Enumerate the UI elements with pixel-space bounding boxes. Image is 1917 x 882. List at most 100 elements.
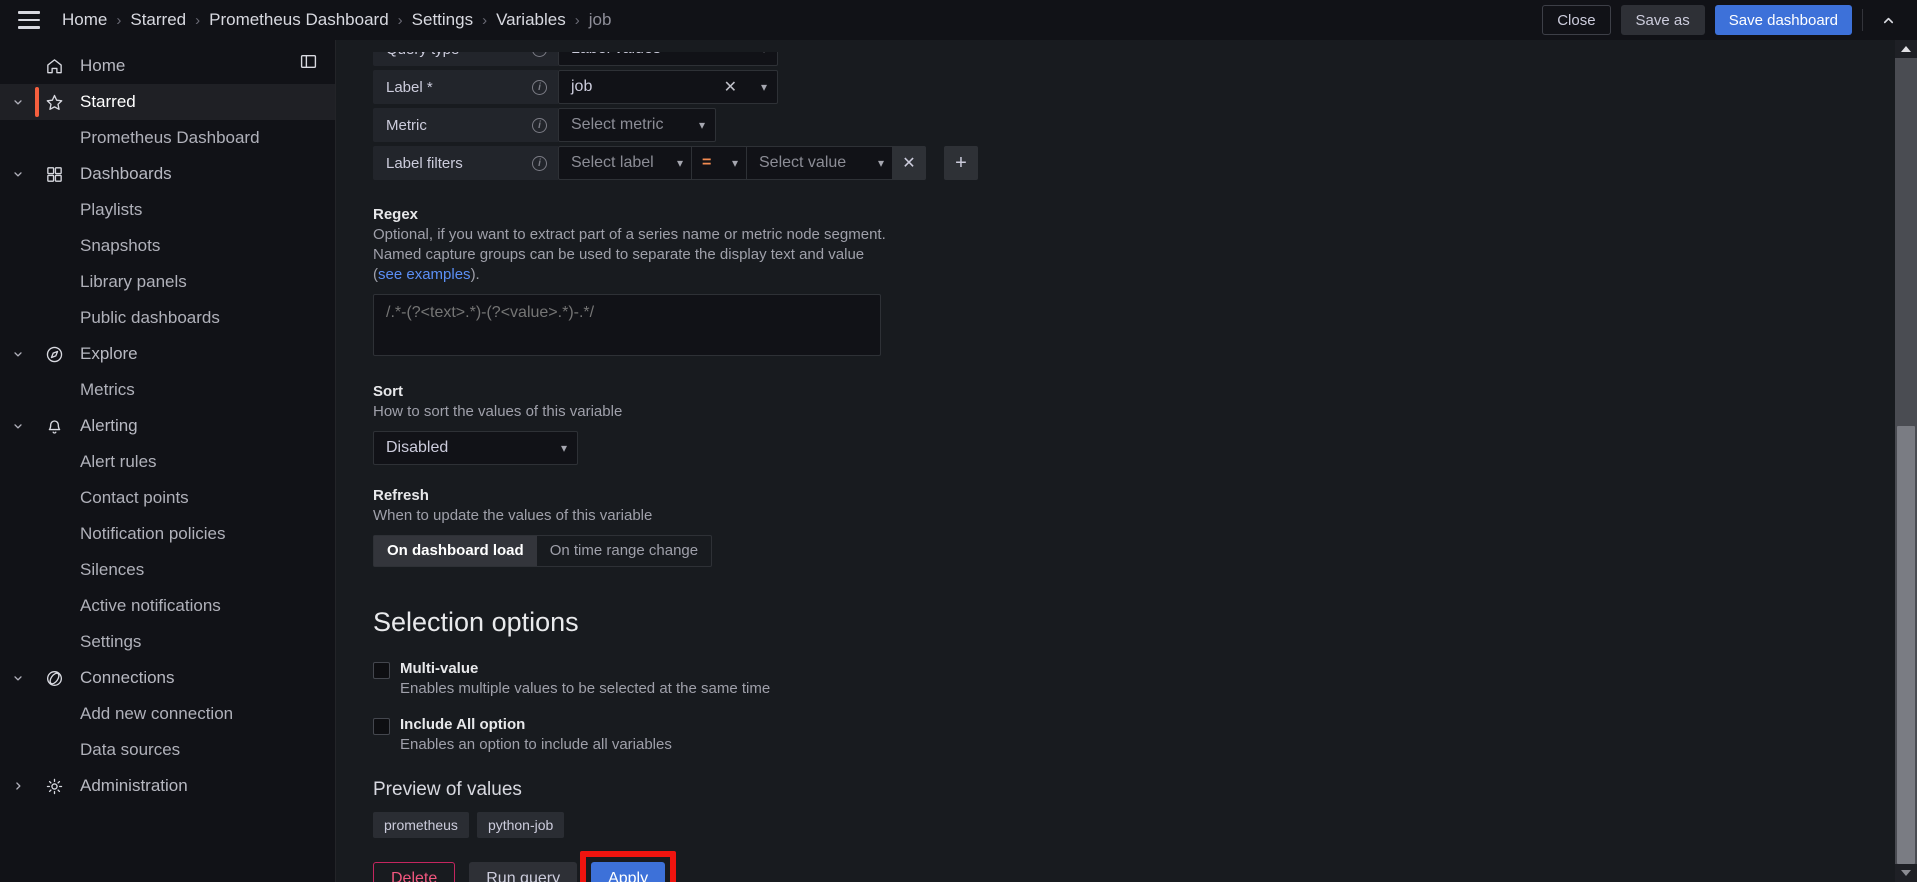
save-dashboard-button[interactable]: Save dashboard [1714, 5, 1852, 35]
breadcrumb-item-starred[interactable]: Starred [130, 10, 186, 30]
chevron-down-icon[interactable] [0, 348, 36, 360]
sidebar-item-alerting[interactable]: Alerting [0, 408, 335, 444]
sidebar-item-active-notifications[interactable]: Active notifications [0, 588, 335, 624]
include-all-description: Enables an option to include all variabl… [400, 735, 672, 753]
sidebar-item-label: Starred [80, 92, 136, 111]
chevron-down-icon[interactable] [0, 168, 36, 180]
apply-button[interactable]: Apply [591, 861, 666, 882]
info-icon[interactable]: i [532, 79, 547, 95]
filter-operator-select[interactable]: = ▾ [691, 146, 746, 180]
chevron-down-icon: ▾ [676, 156, 683, 170]
vertical-scrollbar[interactable] [1895, 40, 1917, 882]
query-type-label-text: Query type [386, 52, 459, 58]
close-button[interactable]: Close [1542, 5, 1611, 35]
breadcrumb-item-prometheus-dashboard[interactable]: Prometheus Dashboard [209, 10, 389, 30]
sidebar-item-explore[interactable]: Explore [0, 336, 335, 372]
sidebar-item-dashboards[interactable]: Dashboards [0, 156, 335, 192]
delete-button[interactable]: Delete [373, 861, 456, 882]
run-query-button[interactable]: Run query [469, 861, 578, 882]
action-buttons: Delete Run query Apply [373, 850, 1881, 882]
sidebar-item-data-sources[interactable]: Data sources [0, 732, 335, 768]
preview-value-chip: python-job [476, 811, 565, 838]
include-all-checkbox[interactable] [373, 717, 390, 735]
info-icon[interactable]: i [532, 52, 547, 57]
scrollbar-track[interactable] [1895, 58, 1917, 864]
query-type-row: Query type i Label values ▾ [373, 52, 1881, 66]
scroll-down-arrow-icon[interactable] [1895, 864, 1917, 882]
chevron-up-icon[interactable] [1873, 5, 1903, 35]
sidebar-item-settings[interactable]: Settings [0, 624, 335, 660]
regex-description: Optional, if you want to extract part of… [373, 225, 893, 284]
sidebar-item-library-panels[interactable]: Library panels [0, 264, 335, 300]
add-plus-icon[interactable]: + [944, 146, 978, 180]
sidebar-item-label: Explore [80, 344, 138, 363]
query-type-select[interactable]: Label values ▾ [558, 52, 778, 66]
clear-x-icon[interactable]: ✕ [724, 77, 737, 97]
refresh-radio-group: On dashboard load On time range change [373, 534, 713, 567]
scrollbar-thumb[interactable] [1897, 426, 1915, 864]
label-filter-group: Select label ▾ = ▾ Select value ▾ ✕ + [558, 146, 978, 180]
scroll-up-arrow-icon[interactable] [1895, 40, 1917, 58]
chevron-down-icon[interactable] [0, 420, 36, 432]
bell-icon [36, 417, 72, 436]
metric-select[interactable]: Select metric ▾ [558, 108, 716, 142]
filter-label-select[interactable]: Select label ▾ [558, 146, 691, 180]
chevron-down-icon[interactable] [0, 96, 36, 108]
sidebar-item-playlists[interactable]: Playlists [0, 192, 335, 228]
refresh-option-on-time-range-change[interactable]: On time range change [537, 536, 711, 566]
home-icon [36, 57, 72, 76]
filter-label-placeholder: Select label [571, 154, 654, 171]
info-icon[interactable]: i [532, 155, 547, 171]
chevron-right-icon[interactable] [0, 780, 36, 792]
query-type-value: Label values [571, 52, 661, 58]
sidebar-item-connections[interactable]: Connections [0, 660, 335, 696]
sidebar-item-alert-rules[interactable]: Alert rules [0, 444, 335, 480]
filter-value-select[interactable]: Select value ▾ [746, 146, 892, 180]
sidebar-item-snapshots[interactable]: Snapshots [0, 228, 335, 264]
sidebar-item-label: Settings [80, 632, 142, 651]
sidebar-item-starred[interactable]: Starred [0, 84, 335, 120]
label-select-value: job [571, 78, 593, 95]
sidebar-item-notification-policies[interactable]: Notification policies [0, 516, 335, 552]
label-select[interactable]: job ✕ ▾ [558, 70, 778, 104]
chevron-down-icon[interactable] [0, 672, 36, 684]
label-field-label-text: Label * [386, 78, 433, 96]
sidebar-item-home[interactable]: Home [0, 48, 335, 84]
sidebar-item-contact-points[interactable]: Contact points [0, 480, 335, 516]
sidebar-item-label: Alert rules [80, 452, 157, 471]
chevron-down-icon: ▾ [760, 80, 767, 94]
sidebar-item-metrics[interactable]: Metrics [0, 372, 335, 408]
sidebar-item-silences[interactable]: Silences [0, 552, 335, 588]
toolbar-divider [1862, 9, 1863, 31]
refresh-option-on-dashboard-load[interactable]: On dashboard load [374, 535, 537, 566]
sidebar-item-label: Dashboards [80, 164, 172, 183]
sidebar-item-add-new-connection[interactable]: Add new connection [0, 696, 335, 732]
hamburger-icon[interactable] [12, 3, 46, 37]
sidebar-item-public-dashboards[interactable]: Public dashboards [0, 300, 335, 336]
grid-icon [36, 165, 72, 184]
sort-select[interactable]: Disabled ▾ [373, 431, 578, 466]
breadcrumb-item-settings[interactable]: Settings [412, 10, 473, 30]
see-examples-link[interactable]: see examples [378, 266, 471, 283]
main-content: Query type i Label values ▾ Label * i jo… [336, 40, 1917, 882]
sidebar-item-label: Administration [80, 776, 188, 795]
sidebar-item-label: Contact points [80, 488, 189, 507]
save-as-button[interactable]: Save as [1620, 5, 1705, 35]
chevron-down-icon: ▾ [698, 118, 705, 132]
regex-input[interactable] [373, 294, 881, 357]
sidebar-item-administration[interactable]: Administration [0, 768, 335, 804]
sidebar-item-label: Add new connection [80, 704, 234, 723]
sidebar-item-label: Data sources [80, 740, 181, 759]
filter-value-placeholder: Select value [759, 154, 847, 171]
selection-options-heading: Selection options [373, 606, 579, 637]
multi-value-checkbox[interactable] [373, 661, 390, 679]
include-all-option: Include All option Enables an option to … [373, 716, 1881, 753]
info-icon[interactable]: i [532, 117, 547, 133]
sort-value: Disabled [386, 439, 449, 457]
remove-x-icon[interactable]: ✕ [892, 146, 926, 180]
sidebar-item-prometheus-dashboard[interactable]: Prometheus Dashboard [0, 120, 335, 156]
breadcrumb-item-home[interactable]: Home [62, 10, 107, 30]
breadcrumb-item-variables[interactable]: Variables [496, 10, 566, 30]
sidebar-item-label: Home [80, 56, 126, 75]
sidebar-item-label: Connections [80, 668, 175, 687]
